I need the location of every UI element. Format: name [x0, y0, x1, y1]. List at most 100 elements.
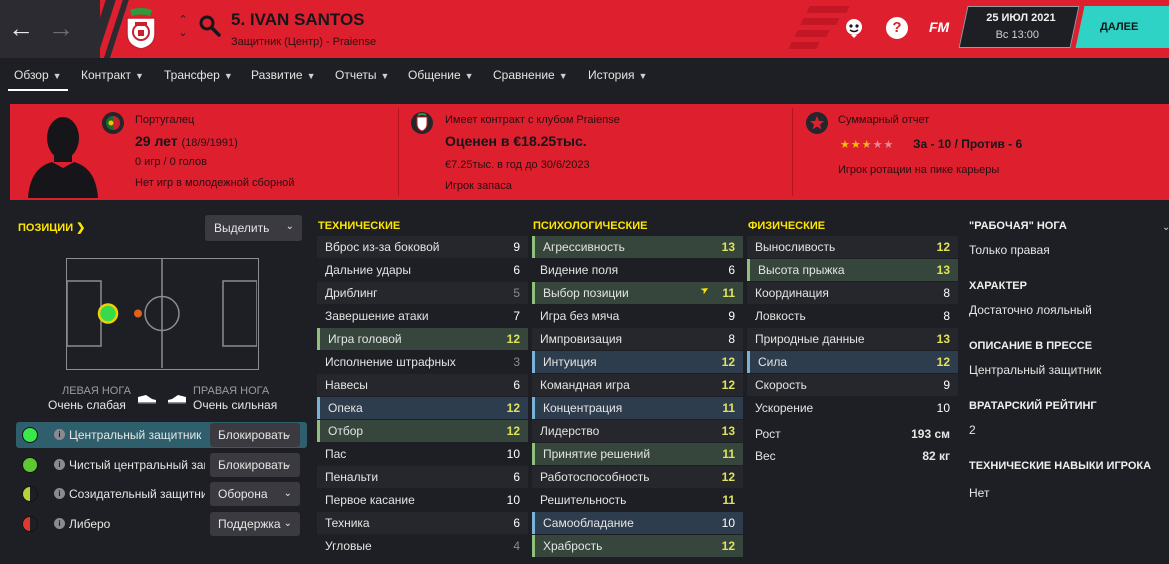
- attribute-name: Техника: [325, 516, 370, 530]
- tab-label: Развитие: [251, 68, 303, 82]
- role-name: Либеро: [69, 517, 111, 531]
- attribute-name: Интуиция: [543, 355, 597, 369]
- attribute-row[interactable]: Навесы 6: [317, 374, 528, 396]
- attribute-row[interactable]: Ускорение 10: [747, 397, 958, 419]
- weight-value: 82 кг: [922, 449, 950, 463]
- info-icon[interactable]: i: [54, 459, 65, 470]
- attribute-row[interactable]: Выбор позиции ➤ 11: [532, 282, 743, 304]
- attribute-row[interactable]: Сила 12: [747, 351, 958, 373]
- attribute-row[interactable]: Интуиция 12: [532, 351, 743, 373]
- continue-button[interactable]: ДАЛЕЕ: [1075, 6, 1169, 48]
- attribute-row[interactable]: Игра головой 12: [317, 328, 528, 350]
- fm-logo[interactable]: FM: [929, 19, 949, 35]
- player-summary-band: Португалец 29 лет (18/9/1991) 0 игр / 0 …: [10, 104, 1169, 200]
- role-duty-dropdown[interactable]: Поддержка ⌄: [210, 512, 300, 536]
- attribute-row[interactable]: Опека 12: [317, 397, 528, 419]
- club-crest-icon[interactable]: [124, 8, 158, 50]
- height-value: 193 см: [911, 427, 950, 441]
- nationality-flag-icon: [102, 112, 124, 134]
- back-arrow-icon[interactable]: ←: [6, 14, 36, 44]
- left-foot-value: Очень слабая: [48, 398, 126, 412]
- forward-arrow-icon[interactable]: →: [46, 14, 76, 44]
- attribute-row[interactable]: Исполнение штрафных 3: [317, 351, 528, 373]
- attribute-row[interactable]: Работоспособность 12: [532, 466, 743, 488]
- attribute-name: Отбор: [328, 424, 364, 438]
- attribute-row[interactable]: Принятие решений 11: [532, 443, 743, 465]
- attribute-row[interactable]: Пенальти 6: [317, 466, 528, 488]
- attribute-value: 8: [943, 309, 950, 323]
- chevron-down-icon: ▼: [306, 71, 316, 81]
- attribute-row[interactable]: Храбрость 12: [532, 535, 743, 557]
- attribute-row[interactable]: Выносливость 12: [747, 236, 958, 258]
- attribute-row[interactable]: Ловкость 8: [747, 305, 958, 327]
- player-profile-screen: ← → ⌃ ⌄ 5. IVAN SANTOS Защитник (Центр) -…: [0, 0, 1169, 564]
- help-icon[interactable]: ?: [886, 17, 908, 39]
- attribute-row[interactable]: Концентрация 11: [532, 397, 743, 419]
- role-duty-dropdown[interactable]: Блокировать ⌄: [210, 453, 300, 477]
- personality-header: ХАРАКТЕР: [969, 280, 1027, 292]
- role-row[interactable]: i Центральный защитник Блокировать ⌄: [16, 422, 307, 448]
- attribute-name: Концентрация: [543, 401, 623, 415]
- attribute-value: 8: [728, 332, 735, 346]
- attribute-row[interactable]: Первое касание 10: [317, 489, 528, 511]
- star-empty-icon: ★: [872, 139, 884, 151]
- attribute-row[interactable]: Вброс из-за боковой 9: [317, 236, 528, 258]
- attribute-row[interactable]: Лидерство 13: [532, 420, 743, 442]
- feedback-icon[interactable]: [843, 17, 865, 39]
- attribute-row[interactable]: Агрессивность 13: [532, 236, 743, 258]
- attribute-row[interactable]: Самообладание 10: [532, 512, 743, 534]
- personality-value: Достаточно лояльный: [969, 303, 1092, 317]
- attribute-row[interactable]: Техника 6: [317, 512, 528, 534]
- tab-reports[interactable]: Отчеты ▼: [335, 68, 389, 82]
- gk-rating-header: ВРАТАРСКИЙ РЕЙТИНГ: [969, 400, 1097, 412]
- info-icon[interactable]: i: [54, 488, 65, 499]
- attribute-row[interactable]: Природные данные 13: [747, 328, 958, 350]
- attribute-row[interactable]: Высота прыжка 13: [747, 259, 958, 281]
- player-name: 5. IVAN SANTOS: [231, 10, 365, 29]
- attribute-value: 10: [936, 401, 950, 415]
- highlight-dropdown[interactable]: Выделить ⌄: [205, 215, 302, 241]
- tab-interaction[interactable]: Общение ▼: [408, 68, 474, 82]
- attribute-name: Высота прыжка: [758, 263, 845, 277]
- attribute-row[interactable]: Угловые 4: [317, 535, 528, 557]
- attribute-row[interactable]: Видение поля 6: [532, 259, 743, 281]
- role-row[interactable]: i Созидательный защитник Оборона ⌄: [16, 481, 307, 507]
- search-icon[interactable]: [198, 14, 222, 38]
- info-icon[interactable]: i: [54, 429, 65, 440]
- tab-overview[interactable]: Обзор ▼: [8, 68, 68, 91]
- tab-contract[interactable]: Контракт ▼: [81, 68, 144, 82]
- role-duty-dropdown[interactable]: Оборона ⌄: [210, 482, 300, 506]
- tab-history[interactable]: История ▼: [588, 68, 647, 82]
- attribute-row[interactable]: Командная игра 12: [532, 374, 743, 396]
- info-icon[interactable]: i: [54, 518, 65, 529]
- attribute-value: 6: [513, 378, 520, 392]
- attribute-row[interactable]: Координация 8: [747, 282, 958, 304]
- player-switch-arrows[interactable]: ⌃ ⌄: [176, 14, 190, 44]
- header-deco-bar: [788, 42, 820, 49]
- attribute-row[interactable]: Пас 10: [317, 443, 528, 465]
- wage-contract: €7.25тыс. в год до 30/6/2023: [445, 159, 590, 171]
- role-row[interactable]: i Чистый центральный защитник Блокироват…: [16, 452, 307, 478]
- positions-title[interactable]: ПОЗИЦИИ ❯: [18, 221, 85, 234]
- tab-transfer[interactable]: Трансфер ▼: [164, 68, 233, 82]
- tab-label: Общение: [408, 68, 461, 82]
- attribute-row[interactable]: Импровизация 8: [532, 328, 743, 350]
- tab-development[interactable]: Развитие ▼: [251, 68, 316, 82]
- attribute-row[interactable]: Скорость 9: [747, 374, 958, 396]
- role-duty: Оборона: [218, 487, 268, 501]
- attribute-row[interactable]: Игра без мяча 9: [532, 305, 743, 327]
- attribute-value: 12: [936, 355, 950, 369]
- date-display[interactable]: 25 ИЮЛ 2021 Вс 13:00: [958, 6, 1080, 48]
- attribute-row[interactable]: Дальние удары 6: [317, 259, 528, 281]
- attribute-name: Навесы: [325, 378, 368, 392]
- role-row[interactable]: i Либеро Поддержка ⌄: [16, 511, 307, 537]
- attribute-row[interactable]: Отбор 12: [317, 420, 528, 442]
- chevron-down-icon[interactable]: ⌄: [1162, 222, 1169, 233]
- role-duty-dropdown[interactable]: Блокировать ⌄: [210, 423, 300, 447]
- tab-comparison[interactable]: Сравнение ▼: [493, 68, 568, 82]
- attribute-row[interactable]: Завершение атаки 7: [317, 305, 528, 327]
- header-deco-bar: [800, 18, 840, 25]
- attribute-row[interactable]: Решительность 11: [532, 489, 743, 511]
- attribute-row[interactable]: Дриблинг 5: [317, 282, 528, 304]
- attribute-name: Решительность: [540, 493, 627, 507]
